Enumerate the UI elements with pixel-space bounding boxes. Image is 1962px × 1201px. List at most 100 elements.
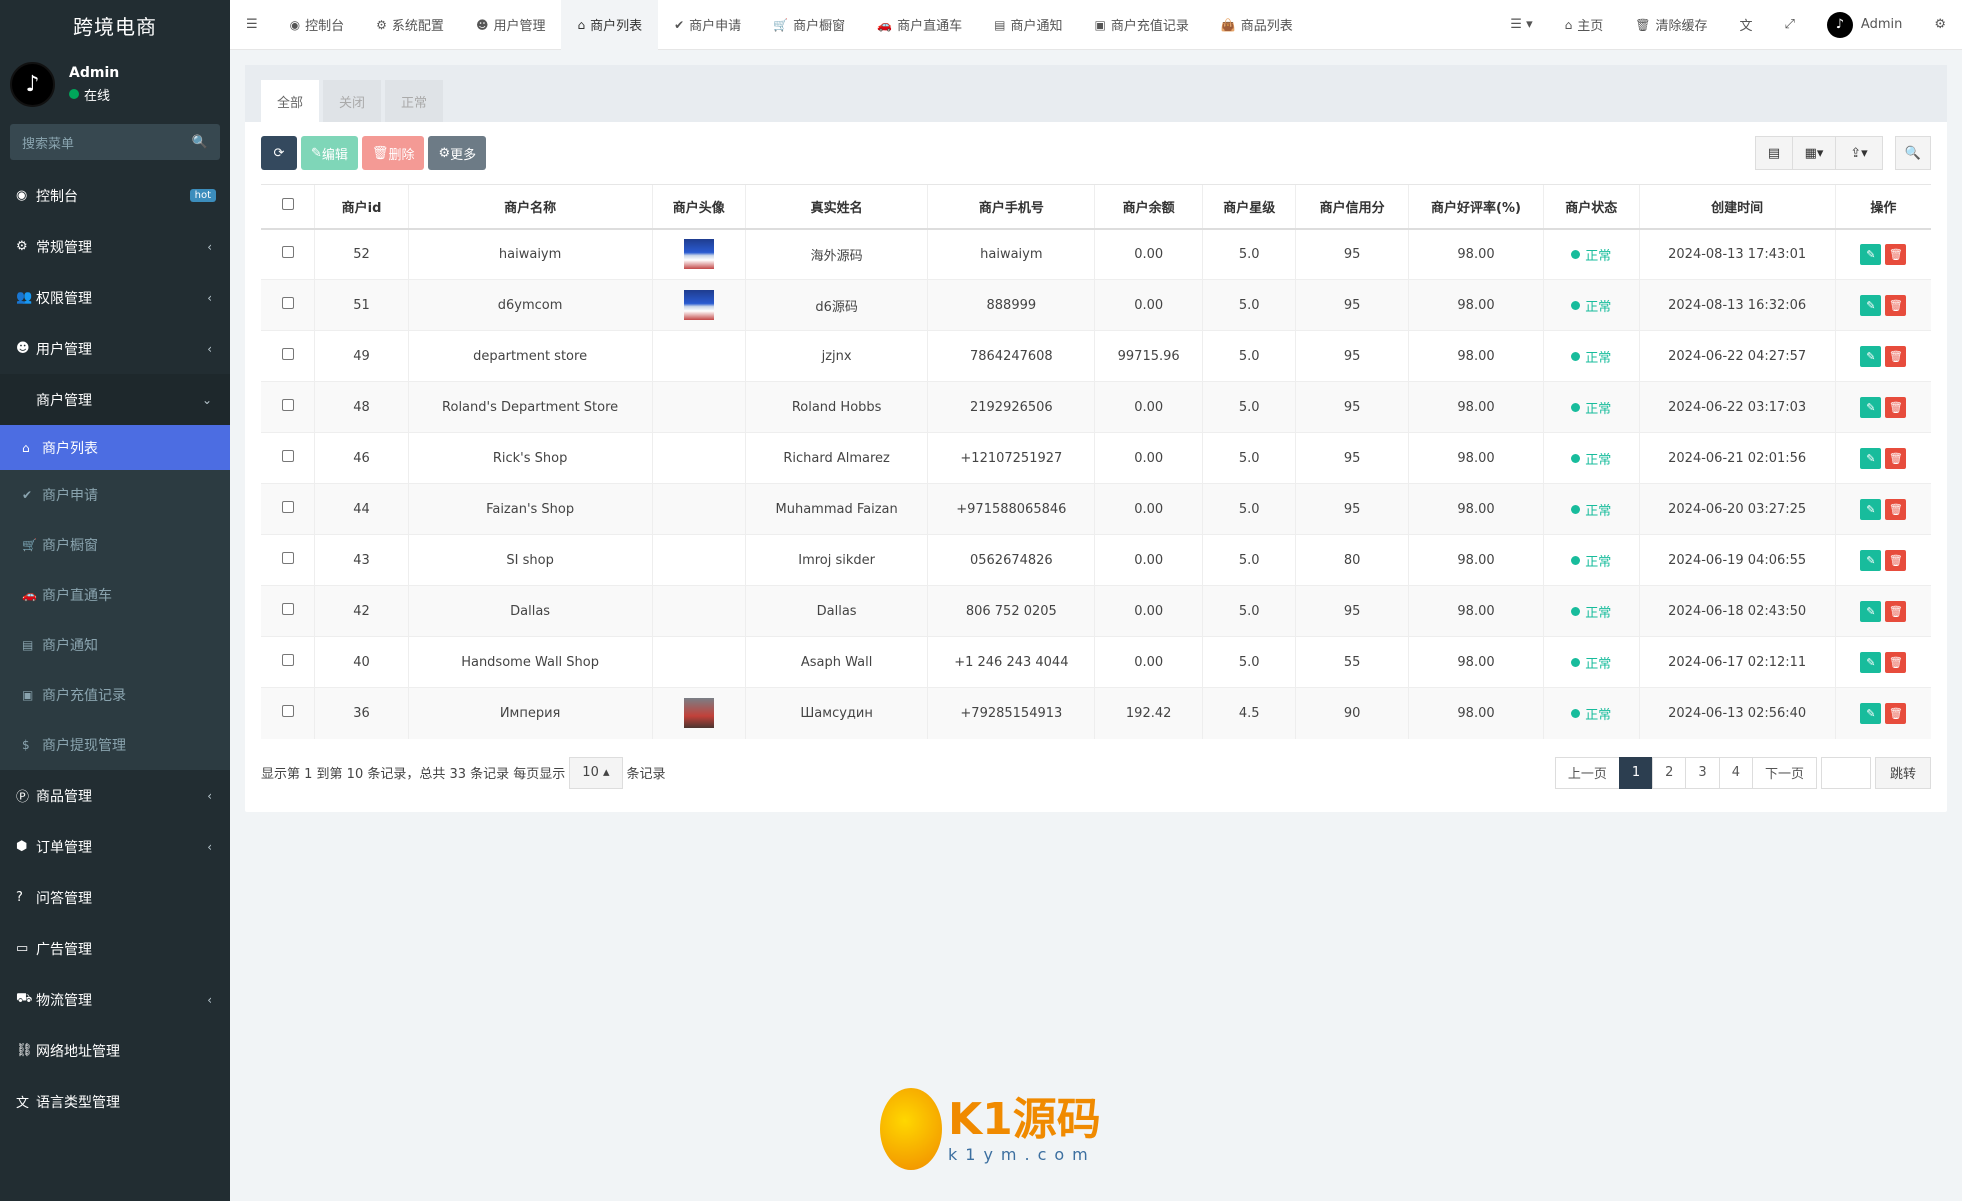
- row-checkbox[interactable]: [281, 348, 294, 360]
- clear-cache-button[interactable]: 🗑 清除缓存: [1619, 0, 1723, 50]
- refresh-button[interactable]: ⟳: [261, 136, 297, 170]
- col-rating[interactable]: 商户好评率(%): [1408, 184, 1544, 230]
- col-credit[interactable]: 商户信用分: [1295, 184, 1409, 230]
- col-name[interactable]: 商户名称: [407, 184, 653, 230]
- table-row[interactable]: 44 Faizan's Shop Muhammad Faizan +971588065…: [261, 483, 1931, 535]
- row-delete-button[interactable]: 🗑: [1885, 243, 1907, 265]
- table-row[interactable]: 42 Dallas Dallas 806 752 0205 0.00 5.0 95 98.00…: [261, 585, 1931, 637]
- menu-search-input[interactable]: 搜索菜单 🔍: [10, 124, 220, 160]
- sidebar-item-merchant-recharge[interactable]: ▣ 商户充值记录: [0, 670, 230, 720]
- row-delete-button[interactable]: 🗑: [1885, 549, 1907, 571]
- tab-merchant-express[interactable]: 🚗 商户直通车: [861, 0, 978, 50]
- sidebar-item-permission[interactable]: 👥 权限管理 ‹: [0, 272, 230, 323]
- settings-button[interactable]: ⚙: [1918, 0, 1962, 50]
- page-3-button[interactable]: 3: [1685, 756, 1720, 789]
- sidebar-item-merchant-list[interactable]: ⌂ 商户列表: [0, 425, 230, 470]
- sidebar-item-qa[interactable]: ? 问答管理: [0, 872, 230, 923]
- tab-merchant-apply[interactable]: ✔ 商户申请: [658, 0, 757, 50]
- more-button[interactable]: ⚙ 更多: [428, 136, 487, 170]
- delete-button[interactable]: 🗑 删除: [361, 136, 425, 170]
- row-checkbox[interactable]: [281, 501, 294, 513]
- merchant-avatar-image[interactable]: [683, 698, 714, 729]
- fullscreen-button[interactable]: ⤢: [1769, 0, 1811, 50]
- tab-merchant-recharge[interactable]: ▣ 商户充值记录: [1078, 0, 1204, 50]
- edit-button[interactable]: ✎ 编辑: [301, 136, 358, 170]
- row-checkbox[interactable]: [281, 399, 294, 411]
- sidebar-item-language[interactable]: 文语言类型管理: [0, 1076, 230, 1127]
- row-delete-button[interactable]: 🗑: [1885, 447, 1907, 469]
- sidebar-toggle-button[interactable]: ☰: [230, 0, 274, 50]
- col-id[interactable]: 商户id: [314, 184, 409, 230]
- home-link[interactable]: ⌂ 主页: [1549, 0, 1620, 50]
- tab-product-list[interactable]: 👜 商品列表: [1205, 0, 1309, 50]
- tab-dropdown-button[interactable]: ☰ ▾: [1494, 0, 1548, 50]
- sidebar-item-dashboard[interactable]: ◉ 控制台 hot: [0, 170, 230, 221]
- sidebar-item-orders[interactable]: ⬢ 订单管理 ‹: [0, 821, 230, 872]
- col-avatar[interactable]: 商户头像: [651, 184, 746, 230]
- row-checkbox[interactable]: [281, 297, 294, 309]
- row-delete-button[interactable]: 🗑: [1885, 498, 1907, 520]
- language-switch-button[interactable]: 文: [1723, 0, 1768, 50]
- merchant-avatar-image[interactable]: [683, 239, 714, 270]
- row-edit-button[interactable]: ✎: [1860, 498, 1882, 520]
- sidebar-item-merchants[interactable]: 商户管理 ⌄: [0, 374, 230, 425]
- filter-tab-all[interactable]: 全部: [261, 80, 319, 122]
- col-status[interactable]: 商户状态: [1542, 184, 1640, 230]
- sidebar-item-ads[interactable]: ▭ 广告管理: [0, 923, 230, 974]
- table-row[interactable]: 43 SI shop Imroj sikder 0562674826 0.00 5.0 80…: [261, 534, 1931, 586]
- col-balance[interactable]: 商户余额: [1094, 184, 1203, 230]
- row-delete-button[interactable]: 🗑: [1885, 294, 1907, 316]
- page-1-button[interactable]: 1: [1618, 756, 1654, 789]
- table-row[interactable]: 51 d6ymcom d6源码 888999 0.00 5.0 95 98.00 正常 2024-…: [261, 279, 1931, 331]
- columns-button[interactable]: ▦▾: [1792, 136, 1836, 170]
- sidebar-item-merchant-withdraw[interactable]: $ 商户提现管理: [0, 720, 230, 770]
- col-phone[interactable]: 商户手机号: [927, 184, 1095, 230]
- page-2-button[interactable]: 2: [1652, 756, 1687, 789]
- row-edit-button[interactable]: ✎: [1860, 600, 1882, 622]
- col-real-name[interactable]: 真实姓名: [744, 184, 928, 230]
- row-checkbox[interactable]: [281, 246, 294, 259]
- next-page-button[interactable]: 下一页: [1751, 756, 1817, 789]
- toggle-view-button[interactable]: ▤: [1755, 136, 1793, 170]
- row-edit-button[interactable]: ✎: [1860, 294, 1882, 316]
- row-delete-button[interactable]: 🗑: [1885, 651, 1907, 673]
- search-button[interactable]: 🔍: [1895, 136, 1931, 170]
- tab-user-manage[interactable]: ☻ 用户管理: [460, 0, 562, 50]
- page-size-select[interactable]: 10 ▴: [569, 756, 623, 789]
- jump-page-input[interactable]: [1820, 756, 1871, 789]
- page-4-button[interactable]: 4: [1718, 756, 1753, 789]
- row-edit-button[interactable]: ✎: [1860, 651, 1882, 673]
- row-edit-button[interactable]: ✎: [1860, 549, 1882, 571]
- tab-merchant-notice[interactable]: ▤ 商户通知: [978, 0, 1078, 50]
- row-checkbox[interactable]: [281, 705, 294, 718]
- tab-dashboard[interactable]: ◉ 控制台: [274, 0, 361, 50]
- row-edit-button[interactable]: ✎: [1860, 396, 1882, 418]
- sidebar-item-merchant-notice[interactable]: ▤ 商户通知: [0, 620, 230, 670]
- table-row[interactable]: 49 department store jzjnx 7864247608 99715.9…: [261, 330, 1931, 382]
- export-button[interactable]: ⇪▾: [1835, 136, 1883, 170]
- user-menu[interactable]: ♪ Admin: [1811, 0, 1918, 50]
- row-checkbox[interactable]: [281, 552, 294, 564]
- table-row[interactable]: 36 Империя Шамсудин +79285154913 192.42 4.5 90…: [261, 687, 1931, 739]
- tab-system-config[interactable]: ⚙ 系统配置: [360, 0, 460, 50]
- sidebar-item-merchant-apply[interactable]: ✔ 商户申请: [0, 470, 230, 520]
- table-row[interactable]: 46 Rick's Shop Richard Almarez +12107251927…: [261, 432, 1931, 484]
- sidebar-item-general[interactable]: ⚙ 常规管理 ‹: [0, 221, 230, 272]
- merchant-avatar-image[interactable]: [683, 290, 714, 320]
- row-edit-button[interactable]: ✎: [1860, 345, 1882, 367]
- sidebar-item-network[interactable]: ⛓ 网络地址管理: [0, 1025, 230, 1076]
- row-delete-button[interactable]: 🗑: [1885, 600, 1907, 622]
- row-checkbox[interactable]: [281, 603, 294, 615]
- brand-logo[interactable]: 跨境电商: [0, 0, 230, 50]
- select-all-checkbox[interactable]: [281, 198, 294, 211]
- sidebar-item-merchant-express[interactable]: 🚗 商户直通车: [0, 570, 230, 620]
- row-edit-button[interactable]: ✎: [1860, 447, 1882, 469]
- sidebar-item-products[interactable]: Ⓟ 商品管理 ‹: [0, 770, 230, 821]
- row-edit-button[interactable]: ✎: [1860, 702, 1882, 724]
- tab-merchant-list[interactable]: ⌂ 商户列表: [561, 0, 659, 50]
- col-created[interactable]: 创建时间: [1638, 184, 1836, 230]
- col-stars[interactable]: 商户星级: [1202, 184, 1296, 230]
- row-edit-button[interactable]: ✎: [1860, 243, 1882, 265]
- row-delete-button[interactable]: 🗑: [1885, 702, 1907, 724]
- filter-tab-normal[interactable]: 正常: [385, 80, 443, 122]
